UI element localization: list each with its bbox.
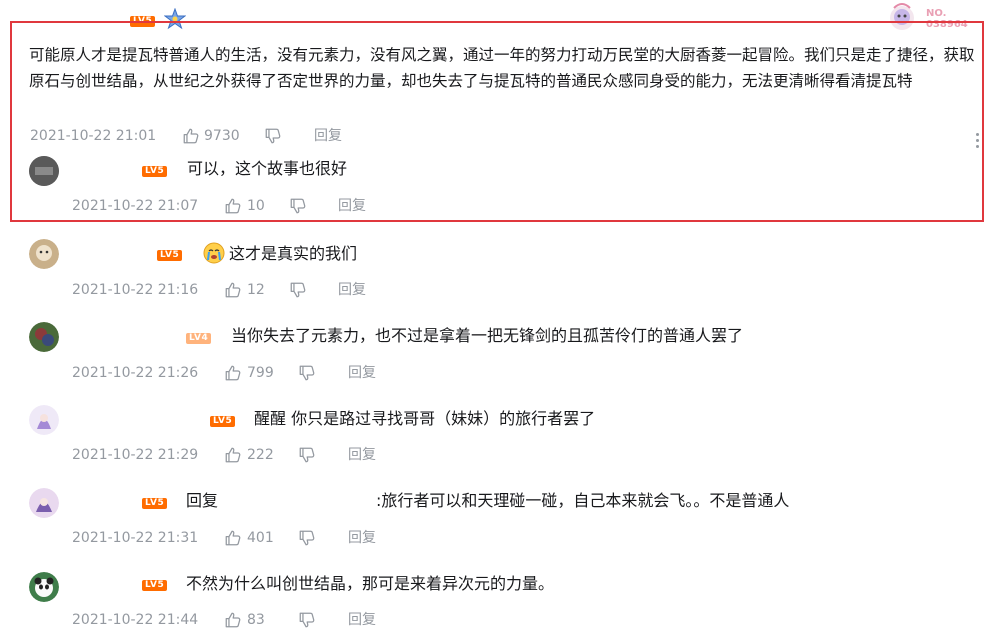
main-comment-text: 可能原人才是提瓦特普通人的生活，没有元素力，没有风之翼，通过一年的努力打动万民堂… (29, 46, 975, 90)
comment-time: 2021-10-22 21:01 (30, 128, 157, 144)
reply-button[interactable]: 回复 (338, 280, 366, 300)
thumbs-down-icon[interactable] (298, 611, 316, 629)
level-badge: LV5 (142, 498, 168, 509)
thumbs-down-icon[interactable] (264, 127, 282, 145)
reply-button[interactable]: 回复 (348, 528, 376, 548)
comment-time: 2021-10-22 21:44 (72, 612, 199, 628)
reply-prefix: 回复 (186, 491, 219, 510)
reply-button[interactable]: 回复 (314, 126, 342, 146)
like-count: 222 (247, 447, 274, 463)
level-badge: LV5 (157, 250, 183, 261)
thumbs-up-icon[interactable] (224, 364, 242, 382)
avatar[interactable] (29, 572, 59, 602)
thumbs-down-icon[interactable] (298, 364, 316, 382)
reply-text: 这才是真实的我们 (229, 244, 358, 263)
like-count: 12 (247, 282, 265, 298)
thumbs-up-icon[interactable] (224, 611, 242, 629)
reply-meta: 2021-10-22 21:31 401 回复 (72, 528, 472, 548)
level-badge: LV4 (186, 333, 212, 344)
reply-text: 不然为什么叫创世结晶，那可是来着异次元的力量。 (186, 574, 555, 593)
reply-text: :旅行者可以和天理碰一碰，自己本来就会飞。。不是普通人 (376, 491, 790, 510)
level-badge: LV5 (142, 580, 168, 591)
comment-time: 2021-10-22 21:07 (72, 198, 199, 214)
thumbs-down-icon[interactable] (298, 446, 316, 464)
avatar[interactable] (29, 239, 59, 269)
reply-text: 可以，这个故事也很好 (187, 159, 348, 178)
like-count: 401 (247, 530, 274, 546)
avatar[interactable] (29, 405, 59, 435)
level-badge: LV5 (210, 416, 236, 427)
reply-button[interactable]: 回复 (348, 445, 376, 465)
reply-meta: 2021-10-22 21:16 12 回复 (72, 280, 472, 300)
reply-button[interactable]: 回复 (348, 363, 376, 383)
like-count: 10 (247, 198, 265, 214)
reply-meta: 2021-10-22 21:26 799 回复 (72, 363, 472, 383)
thumbs-up-icon[interactable] (224, 281, 242, 299)
thumbs-down-icon[interactable] (298, 529, 316, 547)
more-vertical-icon[interactable] (974, 133, 980, 153)
like-count: 83 (247, 612, 265, 628)
comment-time: 2021-10-22 21:29 (72, 447, 199, 463)
avatar[interactable] (29, 322, 59, 352)
reply-button[interactable]: 回复 (348, 610, 376, 630)
comment-time: 2021-10-22 21:26 (72, 365, 199, 381)
comment-time: 2021-10-22 21:16 (72, 282, 199, 298)
avatar[interactable] (29, 488, 59, 518)
crying-emoji-icon (203, 242, 225, 264)
thumbs-down-icon[interactable] (289, 281, 307, 299)
thumbs-down-icon[interactable] (289, 197, 307, 215)
comment-time: 2021-10-22 21:31 (72, 530, 199, 546)
level-badge: LV5 (142, 166, 168, 177)
thumbs-up-icon[interactable] (224, 529, 242, 547)
thumbs-up-icon[interactable] (224, 197, 242, 215)
reply-button[interactable]: 回复 (338, 196, 366, 216)
avatar[interactable] (29, 156, 59, 186)
thumbs-up-icon[interactable] (224, 446, 242, 464)
reply-text: 醒醒 你只是路过寻找哥哥（妹妹）的旅行者罢了 (254, 409, 596, 428)
reply-text: 当你失去了元素力，也不过是拿着一把无锋剑的且孤苦伶仃的普通人罢了 (231, 326, 744, 345)
thumbs-up-icon[interactable] (182, 127, 200, 145)
main-comment-meta: 2021-10-22 21:01 9730 回复 (30, 126, 430, 146)
like-count: 9730 (204, 128, 240, 144)
like-count: 799 (247, 365, 274, 381)
reply-meta: 2021-10-22 21:29 222 回复 (72, 445, 472, 465)
reply-meta: 2021-10-22 21:44 83 回复 (72, 610, 472, 630)
reply-meta: 2021-10-22 21:07 10 回复 (72, 196, 472, 216)
